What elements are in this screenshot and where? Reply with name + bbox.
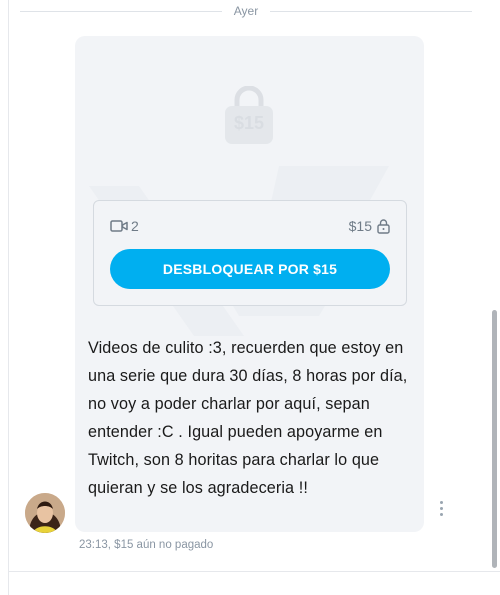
price-value: $15 — [348, 218, 372, 234]
media-count: 2 — [110, 218, 139, 234]
locked-message-card: $15 2 $15 DESBLOQUEAR POR $15 Videos de … — [75, 36, 424, 532]
left-panel-border — [8, 0, 9, 595]
locked-preview-price: $15 — [233, 113, 265, 133]
unlock-panel: 2 $15 DESBLOQUEAR POR $15 — [93, 200, 407, 306]
avatar[interactable] — [25, 493, 65, 533]
more-vertical-icon — [439, 500, 443, 504]
payment-status: , $15 aún no pagado — [107, 539, 214, 551]
day-divider: Ayer — [20, 0, 472, 22]
unlock-button[interactable]: DESBLOQUEAR POR $15 — [110, 249, 390, 289]
message-time: 23:13 — [79, 539, 108, 551]
price-lock: $15 — [349, 218, 390, 234]
message-options-button[interactable] — [434, 498, 448, 518]
lock-preview-icon: $15 — [225, 85, 273, 144]
composer-divider — [8, 571, 500, 572]
message-text: Videos de culito :3, recuerden que estoy… — [88, 339, 408, 497]
message-meta: 23:13, $15 aún no pagado — [79, 539, 213, 551]
more-vertical-icon-dot — [439, 512, 443, 516]
video-icon — [110, 220, 128, 232]
day-divider-label: Ayer — [233, 4, 259, 18]
divider-line-right — [270, 10, 472, 12]
lock-icon — [377, 219, 390, 234]
scrollbar[interactable] — [492, 310, 497, 568]
more-vertical-icon-dot — [439, 506, 443, 510]
media-count-value: 2 — [131, 218, 139, 234]
divider-line-left — [20, 10, 222, 12]
